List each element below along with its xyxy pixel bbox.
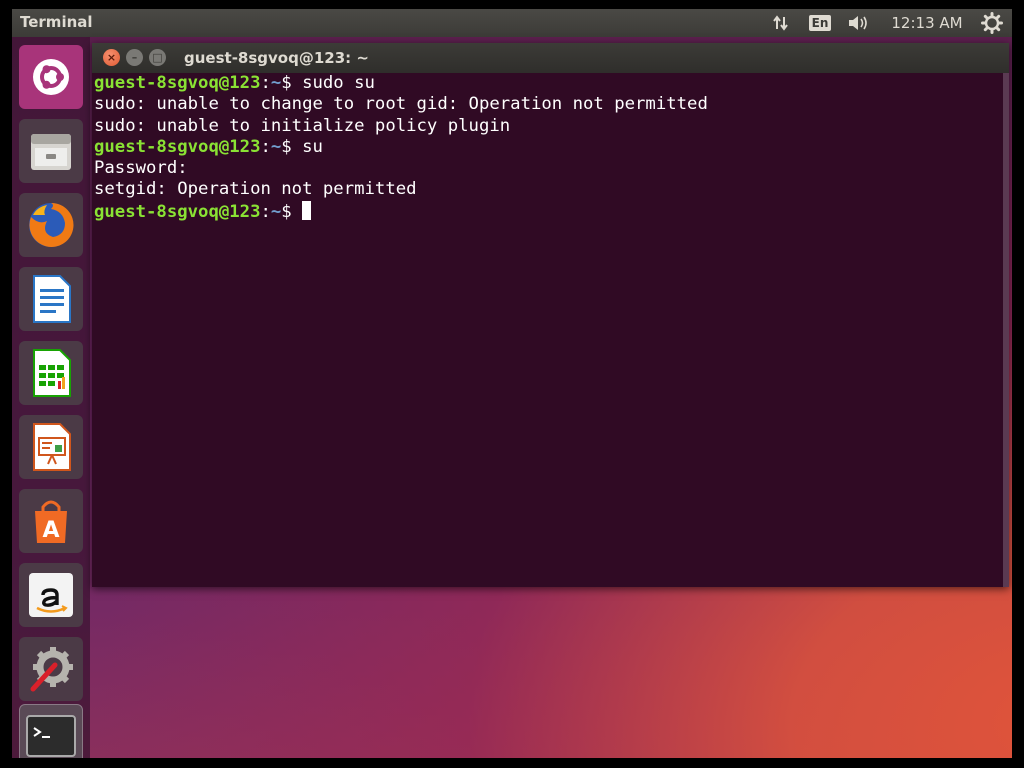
window-title: guest-8sgvoq@123: ~ <box>184 49 369 67</box>
prompt-colon: : <box>260 201 271 222</box>
prompt-path: ~ <box>270 201 282 222</box>
prompt-path: ~ <box>270 73 282 93</box>
command-text: sudo su <box>302 73 375 93</box>
prompt-colon: : <box>260 136 271 157</box>
ubuntu-dash-icon[interactable] <box>19 45 83 109</box>
prompt-colon: : <box>260 73 271 93</box>
software-center-icon[interactable]: A <box>19 489 83 553</box>
libreoffice-impress-icon[interactable] <box>19 415 83 479</box>
terminal-cursor <box>302 200 312 220</box>
terminal-output[interactable]: guest-8sgvoq@123:~$ sudo su sudo: unable … <box>94 73 1007 587</box>
system-settings-icon[interactable] <box>19 637 83 701</box>
terminal-scrollbar[interactable] <box>1003 73 1009 587</box>
prompt-user: guest-8sgvoq@123 <box>94 201 261 222</box>
prompt-line: guest-8sgvoq@123:~$ su <box>94 137 1007 158</box>
prompt-dollar: $ <box>281 201 303 222</box>
amazon-icon[interactable] <box>19 563 83 627</box>
language-label: En <box>808 15 832 31</box>
command-text: su <box>302 136 323 157</box>
output-line: sudo: unable to initialize policy plugin <box>94 115 511 136</box>
sound-icon[interactable] <box>842 9 874 37</box>
prompt-user: guest-8sgvoq@123 <box>94 136 261 157</box>
top-panel: Terminal En 12:13 AM <box>12 9 1012 37</box>
close-button[interactable]: × <box>103 49 120 66</box>
prompt-dollar: $ <box>281 73 303 93</box>
desktop: Terminal En 12:13 AM A × – □ guest-8sgvo… <box>12 9 1012 758</box>
terminal-icon[interactable] <box>19 704 83 758</box>
files-icon[interactable] <box>19 119 83 183</box>
firefox-icon[interactable] <box>19 193 83 257</box>
network-updown-icon[interactable] <box>768 9 794 37</box>
minimize-button[interactable]: – <box>126 49 143 66</box>
libreoffice-calc-icon[interactable] <box>19 341 83 405</box>
output-line: sudo: unable to change to root gid: Oper… <box>94 94 708 115</box>
prompt-dollar: $ <box>281 136 303 157</box>
svg-text:A: A <box>42 518 59 543</box>
terminal-window[interactable]: × – □ guest-8sgvoq@123: ~ guest-8sgvoq@1… <box>92 43 1009 587</box>
launcher: A <box>12 37 90 758</box>
output-line: Password: <box>94 158 188 179</box>
libreoffice-writer-icon[interactable] <box>19 267 83 331</box>
keyboard-language-indicator[interactable]: En <box>807 9 833 37</box>
clock[interactable]: 12:13 AM <box>882 9 972 37</box>
prompt-path: ~ <box>270 136 282 157</box>
output-line: setgid: Operation not permitted <box>94 179 417 200</box>
window-titlebar[interactable]: × – □ guest-8sgvoq@123: ~ <box>92 43 1009 73</box>
maximize-button[interactable]: □ <box>149 49 166 66</box>
prompt-line: guest-8sgvoq@123:~$ <box>94 200 1007 222</box>
prompt-line: guest-8sgvoq@123:~$ sudo su <box>94 73 1007 94</box>
prompt-user: guest-8sgvoq@123 <box>94 73 261 93</box>
gear-icon[interactable] <box>978 9 1006 37</box>
active-app-title: Terminal <box>20 13 93 31</box>
